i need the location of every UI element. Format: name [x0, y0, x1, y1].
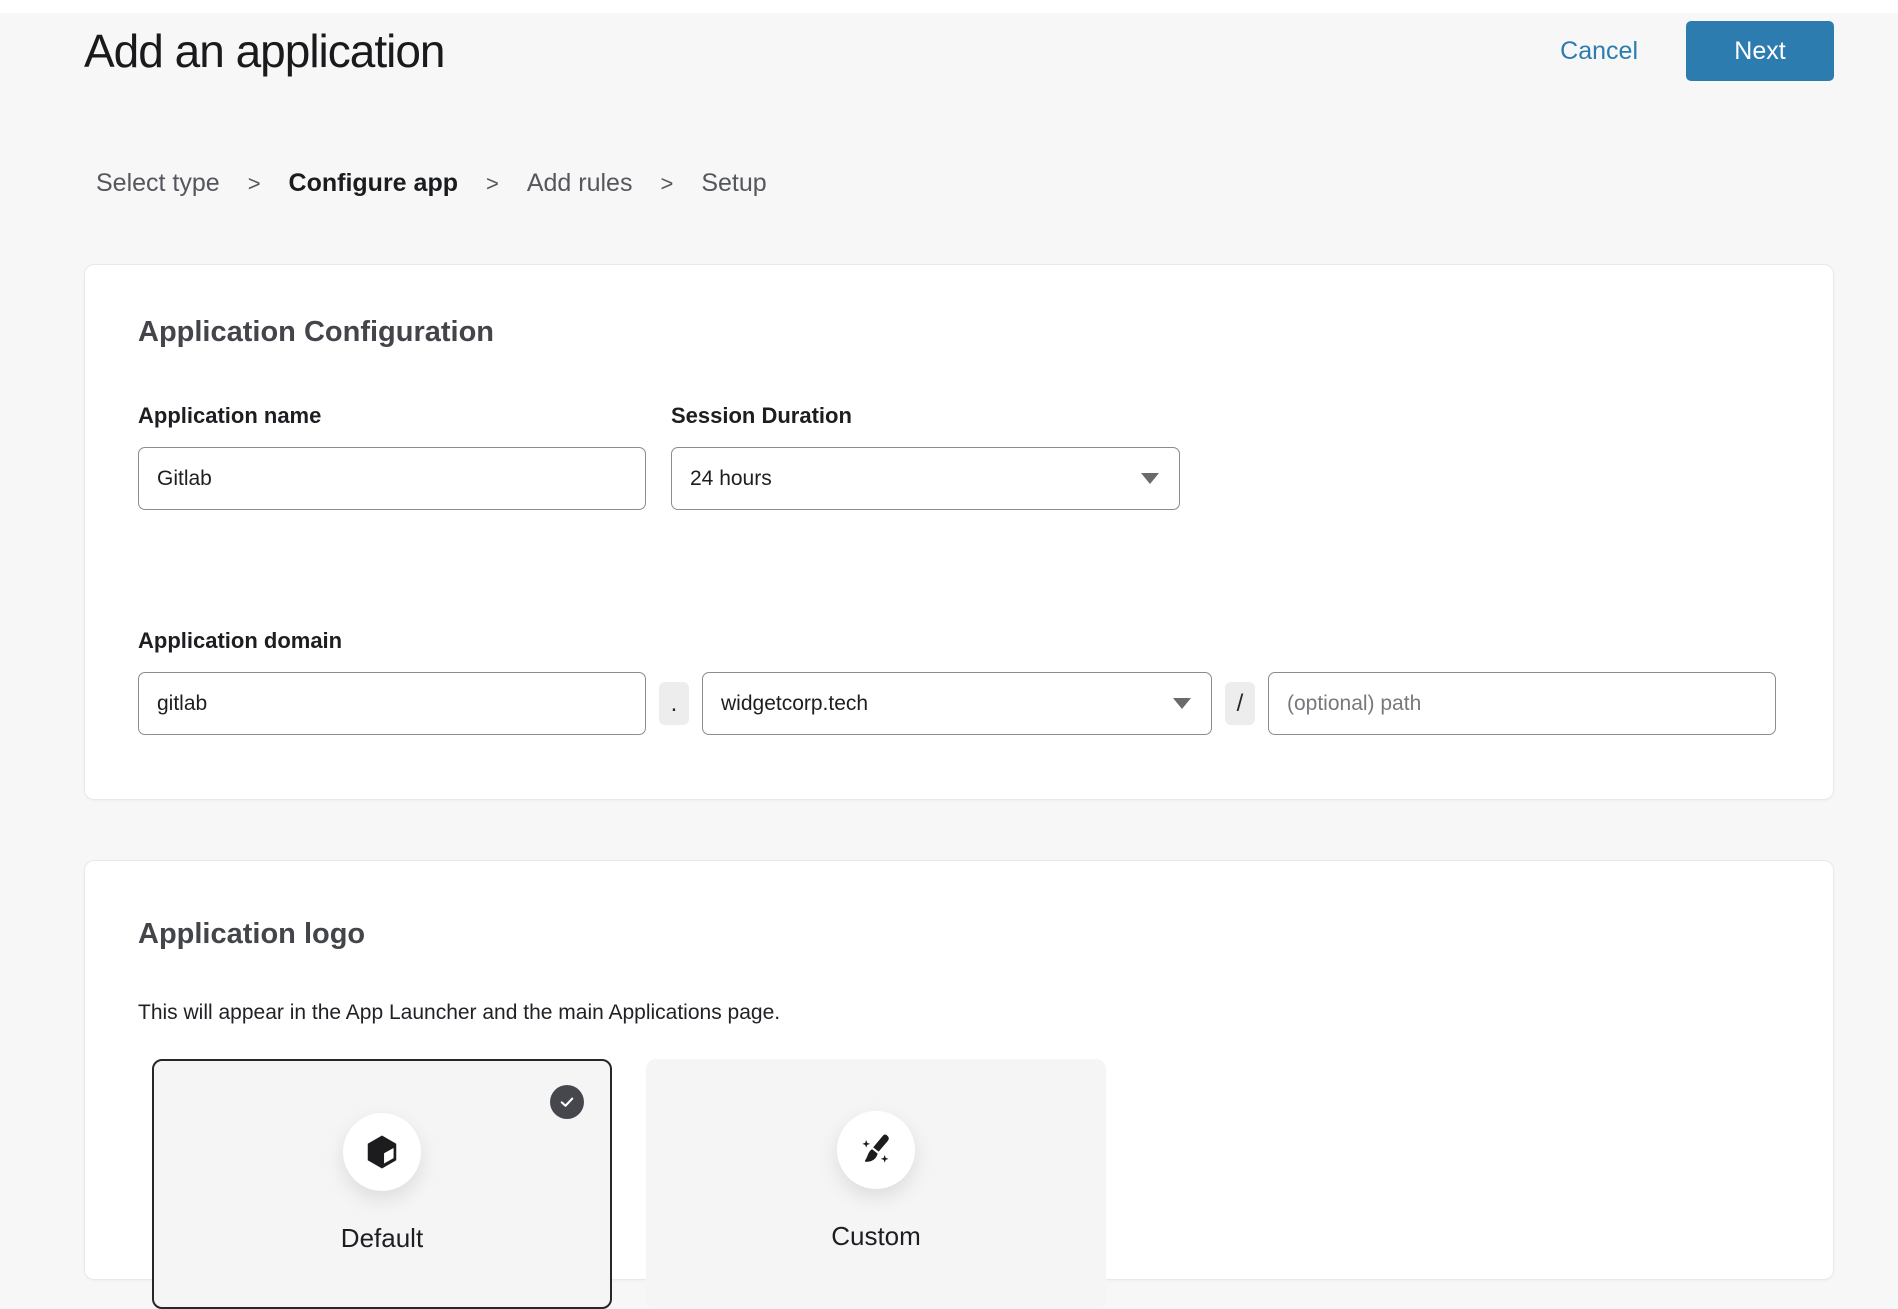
cube-icon — [363, 1133, 401, 1171]
breadcrumb: Select type > Configure app > Add rules … — [96, 169, 1898, 198]
custom-logo-circle — [837, 1111, 915, 1189]
default-logo-circle — [343, 1113, 421, 1191]
logo-option-default[interactable]: Default — [152, 1059, 612, 1309]
application-logo-card: Application logo This will appear in the… — [84, 860, 1834, 1280]
application-logo-heading: Application logo — [138, 917, 1777, 951]
cancel-button[interactable]: Cancel — [1560, 37, 1638, 66]
breadcrumb-separator: > — [486, 171, 499, 197]
breadcrumb-step-add-rules[interactable]: Add rules — [527, 169, 633, 198]
logo-option-custom[interactable]: Custom — [646, 1059, 1106, 1309]
breadcrumb-separator: > — [660, 171, 673, 197]
domain-select[interactable]: widgetcorp.tech — [702, 672, 1212, 735]
chevron-down-icon — [1141, 473, 1159, 484]
logo-option-label: Custom — [831, 1221, 921, 1252]
application-name-field: Application name — [138, 403, 646, 510]
chevron-down-icon — [1173, 698, 1191, 709]
subdomain-input[interactable] — [138, 672, 646, 735]
session-duration-value: 24 hours — [690, 467, 772, 491]
header-actions: Cancel Next — [1560, 21, 1834, 81]
application-configuration-heading: Application Configuration — [138, 315, 1777, 349]
application-domain-row: . widgetcorp.tech / — [138, 672, 1777, 735]
logo-options: Default Custom — [152, 1059, 1777, 1309]
path-input[interactable] — [1268, 672, 1776, 735]
application-logo-description: This will appear in the App Launcher and… — [138, 1001, 1777, 1025]
check-icon — [558, 1093, 576, 1111]
application-configuration-card: Application Configuration Application na… — [84, 264, 1834, 800]
application-domain-label: Application domain — [138, 628, 1777, 654]
selected-badge — [550, 1085, 584, 1119]
session-duration-label: Session Duration — [671, 403, 1180, 429]
session-duration-field: Session Duration 24 hours — [671, 403, 1180, 510]
application-name-label: Application name — [138, 403, 646, 429]
session-duration-select[interactable]: 24 hours — [671, 447, 1180, 510]
slash-separator: / — [1225, 682, 1255, 725]
breadcrumb-step-select-type[interactable]: Select type — [96, 169, 220, 198]
domain-value: widgetcorp.tech — [721, 692, 868, 716]
dot-separator: . — [659, 682, 689, 725]
breadcrumb-step-configure-app[interactable]: Configure app — [289, 169, 458, 198]
application-name-input[interactable] — [138, 447, 646, 510]
page-title: Add an application — [84, 24, 445, 78]
logo-option-label: Default — [341, 1223, 423, 1254]
next-button[interactable]: Next — [1686, 21, 1834, 81]
page-header: Add an application Cancel Next — [0, 13, 1898, 83]
breadcrumb-separator: > — [248, 171, 261, 197]
paintbrush-icon — [856, 1130, 896, 1170]
top-strip — [0, 0, 1898, 13]
name-session-row: Application name Session Duration 24 hou… — [138, 403, 1777, 510]
breadcrumb-step-setup[interactable]: Setup — [701, 169, 766, 198]
